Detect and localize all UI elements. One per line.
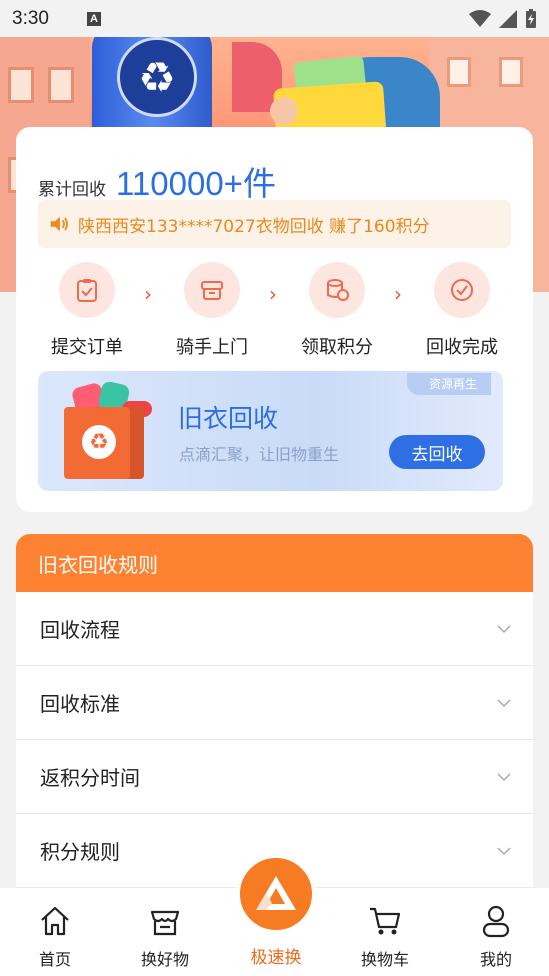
rule-item-label: 积分规则	[40, 840, 120, 864]
step-complete: 回收完成	[412, 262, 512, 359]
step-label: 骑手上门	[176, 337, 248, 358]
recycle-box-graphic: ♻	[64, 407, 144, 479]
cart-icon	[370, 907, 401, 935]
chevron-down-icon	[497, 698, 511, 707]
status-bar: 3:30 A	[0, 0, 549, 37]
step-submit-order: 提交订单	[37, 262, 137, 359]
recycle-rules-section: 旧衣回收规则 回收流程 回收标准 返积分时间 积分规则	[16, 534, 533, 888]
banner-title: 旧衣回收	[178, 404, 279, 433]
clipboard-icon	[59, 262, 115, 318]
chevron-right-icon: ›	[269, 282, 277, 306]
rule-item-label: 返积分时间	[40, 766, 140, 790]
status-icons	[469, 8, 537, 29]
nav-exchange-label: 换好物	[140, 950, 189, 969]
user-icon	[482, 905, 510, 938]
rule-item-standard[interactable]: 回收标准	[16, 666, 533, 740]
rules-title: 旧衣回收规则	[16, 534, 533, 592]
battery-icon	[526, 8, 536, 28]
chevron-down-icon	[497, 624, 511, 633]
box-icon	[184, 262, 240, 318]
drive-logo-icon	[256, 876, 296, 910]
old-clothes-recycle-banner[interactable]: 资源再生 ♻ 旧衣回收 点滴汇聚，让旧物重生 去回收	[38, 371, 503, 491]
chevron-right-icon: ›	[144, 282, 152, 306]
recycle-summary-card: 累计回收 110000+件 陕西西安133****7027衣物回收 赚了160积…	[16, 127, 533, 512]
coins-icon	[309, 262, 365, 318]
recycle-icon: ♻	[82, 425, 116, 459]
nav-quick-exchange-button[interactable]	[236, 854, 316, 934]
check-circle-icon	[434, 262, 490, 318]
speaker-icon	[50, 216, 68, 232]
step-label: 领取积分	[301, 337, 373, 358]
go-recycle-button[interactable]: 去回收	[389, 435, 485, 469]
step-rider-pickup: 骑手上门	[162, 262, 262, 359]
wifi-icon	[469, 9, 491, 27]
total-recycled: 累计回收 110000+件	[38, 157, 276, 205]
notification-a-icon: A	[86, 11, 101, 26]
chevron-right-icon: ›	[394, 282, 402, 306]
nav-exchange[interactable]: 换好物	[125, 904, 205, 970]
home-icon	[41, 906, 69, 936]
nav-home[interactable]: 首页	[15, 904, 95, 970]
nav-cart[interactable]: 换物车	[345, 904, 425, 970]
status-time: 3:30	[12, 7, 49, 29]
chevron-down-icon	[497, 846, 511, 855]
nav-home-label: 首页	[38, 950, 71, 969]
resource-tag: 资源再生	[406, 373, 491, 395]
rule-item-label: 回收流程	[40, 618, 120, 642]
chevron-down-icon	[497, 772, 511, 781]
signal-icon	[499, 9, 517, 28]
recycle-icon: ♻	[117, 37, 197, 117]
notice-bar[interactable]: 陕西西安133****7027衣物回收 赚了160积分	[38, 200, 511, 248]
total-count: 110000+件	[116, 165, 276, 202]
rule-item-points-time[interactable]: 返积分时间	[16, 740, 533, 814]
rule-item-label: 回收标准	[40, 692, 120, 716]
total-label: 累计回收	[38, 180, 106, 200]
step-label: 回收完成	[426, 337, 498, 358]
process-steps: 提交订单 › 骑手上门 › 领取积分 › 回收完成	[16, 262, 533, 362]
rule-item-process[interactable]: 回收流程	[16, 592, 533, 666]
banner-subtitle: 点滴汇聚，让旧物重生	[179, 445, 340, 464]
nav-cart-label: 换物车	[360, 950, 409, 969]
bottom-nav: 首页 换好物 极速换 换物车 我的	[0, 854, 549, 976]
step-label: 提交订单	[51, 337, 123, 358]
store-icon	[150, 910, 180, 936]
nav-quick-label: 极速换	[250, 948, 302, 968]
step-get-points: 领取积分	[287, 262, 387, 359]
nav-mine[interactable]: 我的	[456, 904, 536, 970]
nav-mine-label: 我的	[479, 950, 512, 969]
notice-text: 陕西西安133****7027衣物回收 赚了160积分	[78, 216, 430, 237]
